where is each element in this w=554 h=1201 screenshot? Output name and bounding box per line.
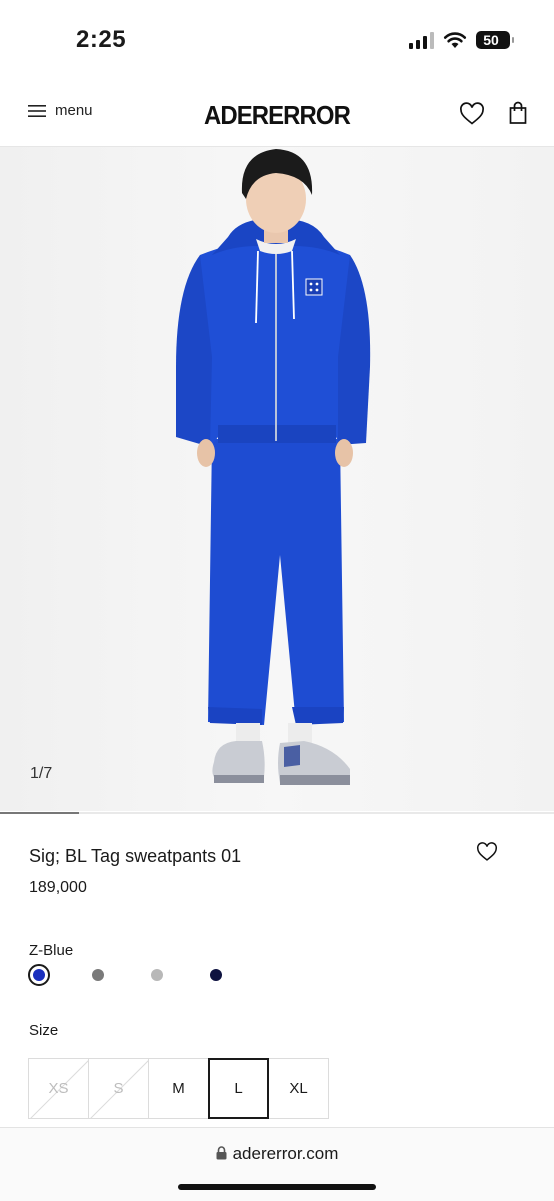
selected-color-label: Z-Blue <box>29 942 74 959</box>
home-indicator[interactable] <box>178 1184 376 1190</box>
product-image-gallery[interactable]: 1/7 <box>0 147 554 811</box>
url-text: adererror.com <box>232 1144 339 1163</box>
color-swatch-light-gray[interactable] <box>146 964 168 986</box>
size-option-label: XS <box>48 1080 69 1097</box>
size-option-l[interactable]: L <box>208 1058 269 1119</box>
status-time: 2:25 <box>76 26 127 53</box>
shopping-bag-icon <box>509 101 527 124</box>
heart-icon <box>477 842 497 861</box>
color-swatch-z-blue[interactable] <box>28 964 50 986</box>
product-wishlist-button[interactable] <box>476 842 498 867</box>
battery-level: 50 <box>483 32 499 48</box>
size-label: Size <box>29 1022 59 1039</box>
size-option-s[interactable]: S <box>88 1058 149 1119</box>
wishlist-button[interactable] <box>459 102 485 131</box>
size-options: XS S M L XL <box>28 1058 329 1119</box>
battery-icon: 50 <box>476 31 514 49</box>
size-option-label: L <box>234 1080 243 1097</box>
shopping-bag-button[interactable] <box>508 101 528 130</box>
status-icons: 50 <box>409 31 514 49</box>
product-title: Sig; BL Tag sweatpants 01 <box>29 846 242 866</box>
cellular-signal-icon <box>409 31 434 49</box>
swatch-dot <box>92 969 104 981</box>
swatch-dot <box>210 969 222 981</box>
site-header: menu ADERERROR <box>0 82 554 147</box>
size-option-xs[interactable]: XS <box>28 1058 89 1119</box>
swatch-dot <box>151 969 163 981</box>
color-swatch-navy[interactable] <box>205 964 227 986</box>
gallery-progress-fill <box>0 812 80 814</box>
browser-bar: adererror.com <box>0 1127 554 1201</box>
address-bar[interactable]: adererror.com <box>0 1144 554 1164</box>
color-swatch-gray[interactable] <box>87 964 109 986</box>
product-price: 189,000 <box>29 879 87 896</box>
swatch-dot <box>33 969 45 981</box>
lock-icon <box>216 1146 227 1160</box>
image-counter: 1/7 <box>30 765 53 782</box>
size-option-label: S <box>113 1080 124 1097</box>
wifi-icon <box>443 32 467 48</box>
product-photo <box>0 147 554 811</box>
size-option-label: M <box>172 1080 185 1097</box>
gallery-progress-bar <box>0 812 554 814</box>
size-option-xl[interactable]: XL <box>268 1058 329 1119</box>
brand-logo[interactable]: ADERERROR <box>22 100 532 131</box>
heart-icon <box>460 102 484 125</box>
status-bar: 2:25 50 <box>0 0 554 82</box>
size-option-label: XL <box>289 1080 308 1097</box>
size-option-m[interactable]: M <box>148 1058 209 1119</box>
